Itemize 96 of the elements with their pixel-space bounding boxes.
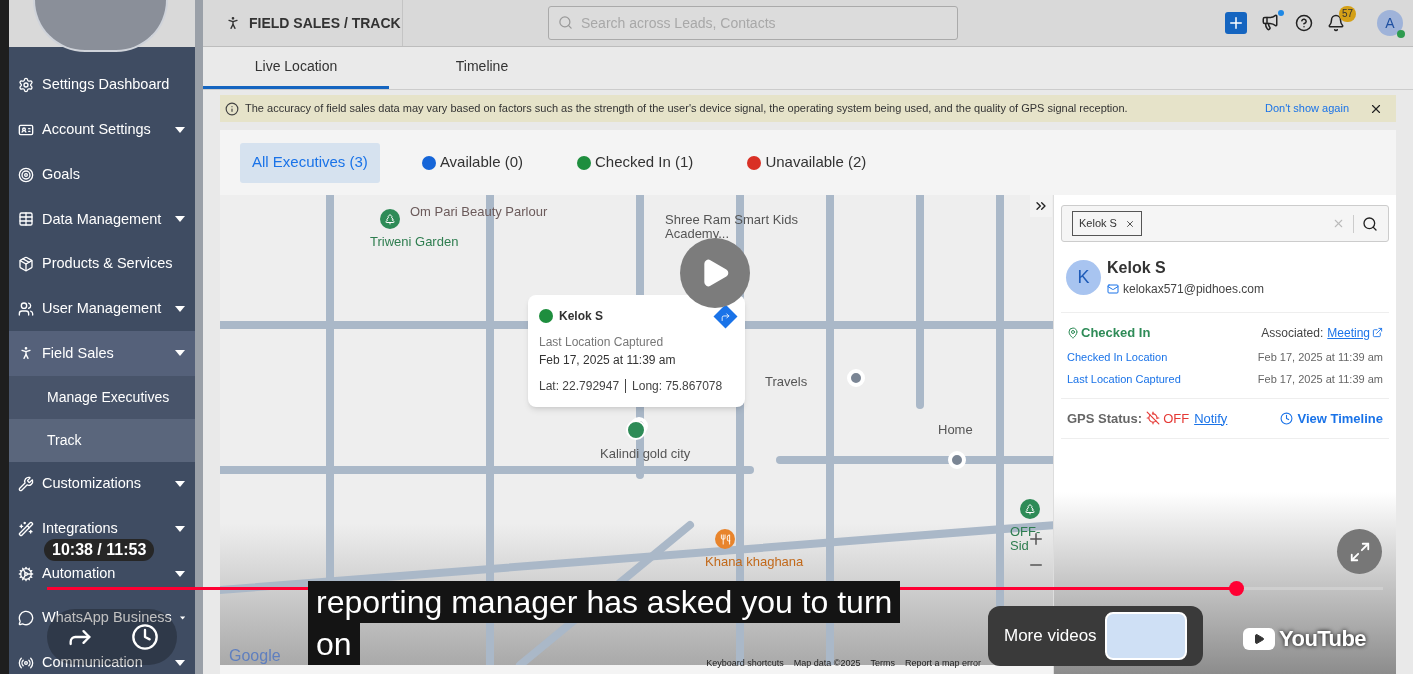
latitude-text: Lat: 22.792947: [539, 378, 620, 395]
executive-email: kelokax571@pidhoes.com: [1123, 281, 1264, 298]
sidebar-item[interactable]: Customizations: [9, 472, 195, 497]
dont-show-link[interactable]: Don't show again: [1264, 100, 1349, 117]
map-place-label[interactable]: Triweni Garden: [370, 235, 459, 249]
target-icon: [18, 166, 34, 183]
wand-icon: [18, 520, 34, 537]
gps-value: OFF: [1163, 409, 1190, 428]
mail-icon: [1107, 283, 1119, 295]
associated-label: Associated:: [1261, 324, 1324, 342]
notice-text: The accuracy of field sales data may vary based on factors such as the strength of the user's device signal, the operating system being used, and the quality of GPS signal reception.: [245, 101, 1128, 117]
notify-link[interactable]: Notify: [1194, 408, 1228, 428]
sidebar-item[interactable]: Data Management: [9, 207, 195, 232]
sidebar-item[interactable]: Settings Dashboard: [9, 73, 195, 98]
avatar-initial: K: [1066, 259, 1101, 295]
sidebar-item[interactable]: Account Settings: [9, 118, 195, 143]
add-button[interactable]: [1225, 12, 1247, 34]
status-filter[interactable]: Checked In (1): [565, 142, 706, 183]
caret-icon: [179, 615, 185, 622]
more-videos-button[interactable]: More videos: [988, 606, 1203, 666]
executive-name: Kelok S: [559, 308, 603, 325]
sidebar-scrollbar[interactable]: [195, 0, 203, 674]
gps-off-icon: [1146, 411, 1161, 426]
caret-icon: [175, 525, 185, 532]
map-footer-link[interactable]: Map data ©2025: [793, 656, 861, 670]
status-filter[interactable]: Available (0): [409, 142, 535, 183]
search-icon[interactable]: [1362, 215, 1378, 232]
view-timeline-link[interactable]: View Timeline: [1297, 408, 1383, 428]
users-icon: [18, 300, 34, 317]
page-title: FIELD SALES / TRACK: [249, 13, 401, 33]
selected-chip[interactable]: Kelok S: [1072, 211, 1142, 236]
megaphone-icon[interactable]: [1261, 13, 1281, 33]
info-icon: [225, 101, 239, 116]
executive-search-field[interactable]: Kelok S: [1061, 205, 1389, 242]
gear-icon: [18, 77, 34, 94]
popup-caption: Last Location Captured: [539, 334, 665, 351]
popup-time: Feb 17, 2025 at 11:39 am: [539, 352, 677, 369]
expand-icon: [1348, 540, 1371, 563]
caret-icon: [175, 216, 185, 223]
sidebar-item[interactable]: Products & Services: [9, 252, 195, 277]
chat-icon: [18, 610, 34, 627]
notification-badge: 57: [1339, 6, 1357, 22]
map-place-label[interactable]: Home: [938, 423, 973, 437]
remove-icon[interactable]: [1124, 218, 1135, 229]
location-pin-icon: [1067, 326, 1079, 339]
help-icon[interactable]: [1295, 14, 1313, 32]
external-link-icon: [1372, 327, 1383, 339]
caret-icon: [175, 659, 185, 666]
map-footer-link[interactable]: Report a map error: [904, 656, 981, 670]
map-place-label[interactable]: Om Pari Beauty Parlour: [410, 205, 548, 219]
person-icon: [18, 345, 34, 362]
longitude-text: Long: 75.867078: [632, 378, 723, 395]
sidebar-item[interactable]: Goals: [9, 162, 195, 187]
table-icon: [18, 211, 34, 228]
caret-icon: [175, 481, 185, 488]
search-icon: [558, 15, 573, 30]
timestamp-text: Feb 17, 2025 at 11:39 am: [1257, 349, 1383, 365]
location-link[interactable]: Checked In Location: [1067, 348, 1168, 365]
map-place-label[interactable]: Travels: [765, 375, 808, 389]
map-footer-link[interactable]: Terms: [870, 656, 895, 670]
caret-icon: [175, 127, 185, 134]
cogs-icon: [18, 565, 34, 582]
tools-icon: [18, 476, 34, 493]
collapse-button[interactable]: [1030, 195, 1052, 217]
submenu-item[interactable]: Manage Executives: [9, 375, 195, 419]
sidebar-item[interactable]: Communication: [9, 650, 195, 674]
caret-icon: [175, 350, 185, 357]
submenu-item[interactable]: Track: [9, 418, 195, 462]
view-tab[interactable]: Timeline: [389, 47, 575, 89]
sidebar-item[interactable]: Integrations: [9, 516, 195, 541]
caret-icon: [175, 570, 185, 577]
map-place-label[interactable]: OFF-Sid: [1010, 525, 1053, 553]
status-filter[interactable]: Unavailable (2): [735, 142, 879, 183]
caret-icon: [175, 305, 185, 312]
sidebar-item[interactable]: WhatsApp Business: [9, 606, 195, 631]
map-logo: Google: [229, 646, 281, 666]
meeting-link[interactable]: Meeting: [1327, 323, 1370, 342]
clock-icon: [1280, 411, 1294, 425]
executive-name: Kelok S: [1107, 258, 1167, 278]
sidebar-item[interactable]: Automation: [9, 561, 195, 586]
location-link[interactable]: Last Location Captured: [1067, 371, 1181, 388]
video-time: 10:38 / 11:53: [44, 539, 155, 561]
user-avatar[interactable]: A: [1377, 10, 1403, 36]
status-text: Checked In: [1081, 324, 1151, 342]
box-icon: [18, 256, 34, 273]
timestamp-text: Feb 17, 2025 at 11:39 am: [1257, 372, 1383, 387]
watch-later-icon[interactable]: [130, 623, 159, 651]
youtube-play-icon: [1243, 627, 1275, 650]
sidebar-item[interactable]: Field Sales: [9, 331, 195, 376]
view-tab[interactable]: Live Location: [203, 47, 389, 89]
map-footer-link[interactable]: Keyboard shortcuts: [706, 656, 784, 670]
map-place-label[interactable]: Shree Ram Smart Kids Academy...: [665, 213, 805, 241]
map-place-label[interactable]: Kalindi gold city: [600, 447, 691, 461]
sidebar-item[interactable]: User Management: [9, 296, 195, 321]
field-sales-icon: [225, 15, 241, 31]
gps-label: GPS Status:: [1067, 409, 1143, 428]
